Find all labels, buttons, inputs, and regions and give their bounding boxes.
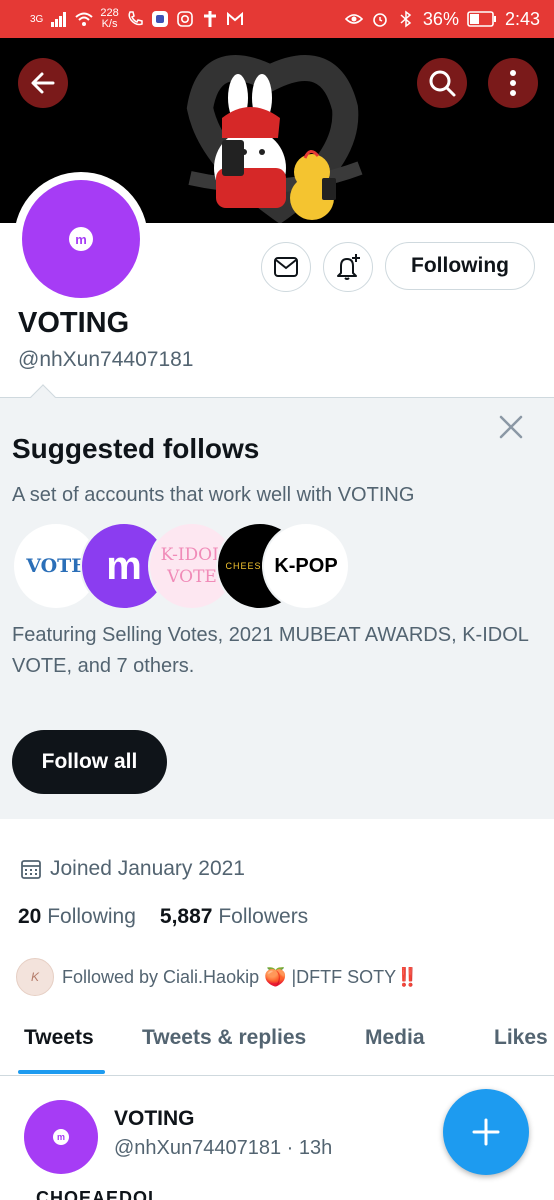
following-count-link[interactable]: 20 Following [18,905,136,929]
battery-icon [467,11,496,27]
followed-by[interactable]: K Followed by Ciali.Haokip 🍑 |DFTF SOTY‼… [16,958,419,996]
follower-avatar: K [16,958,54,996]
dismiss-suggestions-button[interactable] [498,414,524,440]
more-vertical-icon [510,70,516,96]
joined-text: Joined January 2021 [50,857,245,880]
mubeat-logo: m [53,1129,69,1145]
following-label: Following [47,905,136,928]
bluetooth-vibrate-icon [400,10,412,28]
status-bar: 3G 228 K/s 36% 2:43 [0,0,554,38]
message-button[interactable] [261,242,311,292]
tweet-meta: @nhXun74407181 · 13h [114,1137,333,1159]
following-count: 20 [18,905,42,928]
tab-likes[interactable]: Likes [494,1026,548,1050]
compose-tweet-button[interactable] [443,1089,529,1175]
alarm-icon [373,13,387,27]
suggested-subtitle: A set of accounts that work well with VO… [12,484,415,506]
profile-handle: @nhXun74407181 [18,348,194,371]
search-icon [429,70,456,97]
active-tab-indicator [18,1070,105,1074]
followers-count-link[interactable]: 5,887 Followers [160,905,308,929]
plus-icon [472,1118,500,1146]
tweet-avatar[interactable]: m [24,1100,98,1174]
joined-date: Joined January 2021 [20,857,245,881]
search-button[interactable] [417,58,467,108]
follow-counts: 20 Following 5,887 Followers [18,905,308,929]
app-icon [151,11,168,27]
signal-icon [51,12,67,27]
avatar-text: m [106,543,142,588]
back-arrow-icon [31,72,55,94]
signal-type: 3G [30,13,44,25]
clock: 2:43 [504,8,540,29]
phone-icon [128,11,143,26]
wifi-icon [75,12,94,26]
notifications-button[interactable] [323,242,373,292]
suggested-title: Suggested follows [12,433,260,464]
mubeat-logo: m [69,227,93,251]
tab-tweets-replies[interactable]: Tweets & replies [142,1026,306,1050]
tweet-text-peek: CHOEAEDOL [36,1188,161,1200]
followers-count: 5,887 [159,905,213,928]
battery-percent: 36% [422,8,459,29]
tab-media[interactable]: Media [365,1026,425,1050]
avatar-text: K-POP [274,554,338,577]
instagram-icon [176,11,193,27]
avatar-text: VOTE [26,555,86,577]
avatar-circle: m [22,180,140,298]
followers-label: Followers [218,905,309,928]
profile-avatar[interactable]: m [14,172,148,306]
profile-tabs: Tweets Tweets & replies Media Likes [0,1016,554,1076]
mail-icon [274,257,298,277]
suggested-featuring: Featuring Selling Votes, 2021 MUBEAT AWA… [12,624,529,677]
follow-all-button[interactable]: Follow all [12,730,167,794]
bell-plus-icon [337,254,360,280]
suggested-avatar-kpop[interactable]: K-POP [262,522,350,610]
pin-icon [203,11,216,27]
tweet-author-name[interactable]: VOTING [114,1107,195,1131]
followed-by-text: Followed by Ciali.Haokip 🍑 |DFTF SOTY‼️ [62,966,419,987]
tab-tweets[interactable]: Tweets [24,1026,94,1050]
calendar-icon [21,860,41,879]
close-icon [499,415,523,439]
net-speed: 228 K/s [100,7,119,30]
following-button[interactable]: Following [385,242,535,290]
eye-icon [344,14,363,24]
profile-name: VOTING [18,307,130,339]
more-button[interactable] [488,58,538,108]
gmail-icon [226,11,243,25]
back-button[interactable] [18,58,68,108]
